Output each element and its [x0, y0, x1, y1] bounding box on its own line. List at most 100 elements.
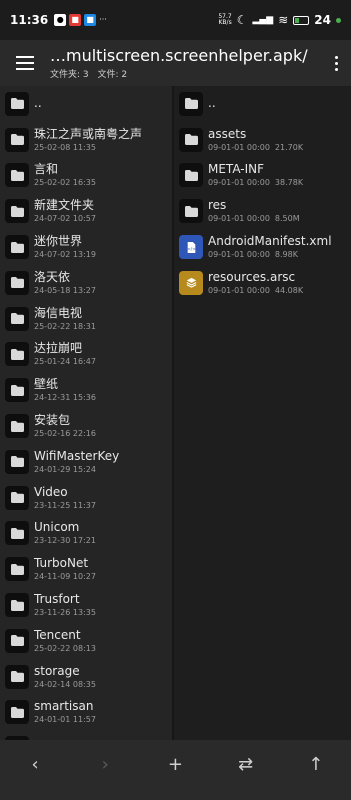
app-notification-icon: ■ [69, 14, 82, 26]
file-meta: 24-05-18 13:27 [34, 285, 96, 296]
path-title: …multiscreen.screenhelper.apk/ [50, 46, 308, 65]
file-row[interactable]: Trusfort 23-11-26 13:35 [0, 587, 172, 623]
file-name: META-INF [208, 162, 265, 177]
file-meta: 23-11-25 11:37 [34, 500, 96, 511]
file-row[interactable]: sgmusic [0, 730, 172, 740]
file-row[interactable]: TurboNet 24-11-09 10:27 [0, 551, 172, 587]
folder-icon [179, 91, 203, 116]
right-pane[interactable]: .. assets 09-01-01 00:00 21.70K META-INF 09-… [174, 86, 351, 740]
bottom-toolbar: ‹ › + ⇄ ↑ [0, 740, 351, 788]
file-name: 迷你世界 [34, 234, 83, 249]
signal-icon: ▂▄▆ [252, 15, 274, 25]
file-row[interactable]: 达拉崩吧 25-01-24 16:47 [0, 337, 172, 373]
file-meta: 24-11-09 10:27 [34, 571, 96, 582]
file-row[interactable]: WifiMasterKey 24-01-29 15:24 [0, 444, 172, 480]
folder-icon [179, 163, 203, 188]
forward-button[interactable]: › [85, 744, 125, 784]
file-name: Trusfort [34, 592, 80, 607]
overflow-menu-icon[interactable] [321, 40, 351, 86]
file-name: AndroidManifest.xml [208, 234, 332, 249]
file-size: 21.70K [274, 142, 304, 152]
folder-icon [5, 235, 29, 260]
file-row[interactable]: smartisan 24-01-01 11:57 [0, 695, 172, 731]
file-date: 25-02-02 16:35 [34, 178, 96, 188]
file-meta: 24-12-31 15:36 [34, 392, 96, 403]
file-row[interactable]: Tencent 25-02-22 08:13 [0, 623, 172, 659]
folder-icon [5, 593, 29, 618]
file-name: Video [34, 484, 68, 499]
wifi-icon: ≋ [278, 13, 289, 27]
file-name: resources.arsc [208, 269, 296, 284]
file-date: 09-01-01 00:00 [208, 285, 270, 295]
folder-icon [5, 557, 29, 582]
file-row[interactable]: resources.arsc 09-01-01 00:00 44.08K [174, 265, 351, 301]
file-row[interactable]: Unicom 23-12-30 17:21 [0, 516, 172, 552]
file-row[interactable]: res 09-01-01 00:00 8.50M [174, 193, 351, 229]
file-meta: 24-02-14 08:35 [34, 679, 96, 690]
file-name: Tencent [34, 627, 81, 642]
file-date: 25-02-08 11:35 [34, 142, 96, 152]
folder-icon [5, 270, 29, 295]
file-meta: 25-02-16 22:16 [34, 428, 96, 439]
file-date: 24-07-02 13:19 [34, 250, 96, 260]
file-meta: 25-02-02 16:35 [34, 177, 96, 188]
file-name: 新建文件夹 [34, 198, 95, 213]
file-date: 09-01-01 00:00 [208, 142, 270, 152]
file-meta: 09-01-01 00:00 21.70K [208, 142, 303, 153]
system-nav-bar [0, 788, 351, 800]
file-date: 24-01-29 15:24 [34, 464, 96, 474]
file-row[interactable]: </> AndroidManifest.xml 09-01-01 00:00 8.98… [174, 229, 351, 265]
privacy-dot-icon [336, 17, 341, 23]
layers-file-icon [179, 270, 203, 295]
file-row[interactable]: assets 09-01-01 00:00 21.70K [174, 122, 351, 158]
folder-icon [5, 449, 29, 474]
add-button[interactable]: + [155, 744, 195, 784]
file-meta: 25-01-24 16:47 [34, 356, 96, 367]
file-meta: 09-01-01 00:00 8.98K [208, 249, 332, 260]
file-row[interactable]: 言和 25-02-02 16:35 [0, 158, 172, 194]
file-count: 文件: 2 [97, 70, 128, 80]
folder-icon [5, 91, 29, 116]
file-row[interactable]: 洛天依 24-05-18 13:27 [0, 265, 172, 301]
file-meta: 23-11-26 13:35 [34, 607, 96, 618]
file-meta: 24-07-02 13:19 [34, 249, 96, 260]
file-row[interactable]: 珠江之声或南粤之声 25-02-08 11:35 [0, 122, 172, 158]
parent-folder-button[interactable]: ↑ [296, 744, 336, 784]
file-date: 24-02-14 08:35 [34, 679, 96, 689]
left-pane[interactable]: .. 珠江之声或南粤之声 25-02-08 11:35 言和 25-02-02 16:… [0, 86, 174, 740]
file-size: 38.78K [274, 178, 304, 188]
file-name: TurboNet [34, 556, 89, 571]
folder-icon [5, 306, 29, 331]
file-meta: 24-01-29 15:24 [34, 464, 119, 475]
file-date: 09-01-01 00:00 [208, 178, 270, 188]
status-time: 11:36 [10, 13, 49, 27]
file-row[interactable]: Video 23-11-25 11:37 [0, 480, 172, 516]
swap-panes-button[interactable]: ⇄ [226, 744, 266, 784]
folder-icon [5, 485, 29, 510]
file-row[interactable]: storage 24-02-14 08:35 [0, 659, 172, 695]
menu-icon[interactable] [0, 40, 50, 86]
file-row[interactable]: 壁纸 24-12-31 15:36 [0, 372, 172, 408]
file-row[interactable]: 安装包 25-02-16 22:16 [0, 408, 172, 444]
notification-icons: ● ■ ■ ··· [54, 14, 107, 26]
file-meta: 09-01-01 00:00 44.08K [208, 285, 303, 296]
file-row[interactable]: META-INF 09-01-01 00:00 38.78K [174, 158, 351, 194]
parent-dir-row[interactable]: .. [174, 86, 351, 122]
folder-icon [5, 199, 29, 224]
folder-icon [5, 700, 29, 725]
file-size: 8.98K [274, 250, 298, 260]
folder-count: 文件夹: 3 [50, 70, 89, 80]
file-row[interactable]: 迷你世界 24-07-02 13:19 [0, 229, 172, 265]
file-meta: 25-02-22 08:13 [34, 643, 96, 654]
file-meta: 09-01-01 00:00 38.78K [208, 177, 303, 188]
file-date: 09-01-01 00:00 [208, 250, 270, 260]
more-notifications-icon: ··· [99, 15, 107, 24]
back-button[interactable]: ‹ [15, 744, 55, 784]
folder-icon [5, 414, 29, 439]
folder-icon [179, 127, 203, 152]
file-row[interactable]: 新建文件夹 24-07-02 10:57 [0, 193, 172, 229]
parent-dir-row[interactable]: .. [0, 86, 172, 122]
xml-file-icon: </> [179, 235, 203, 260]
file-row[interactable]: 海信电视 25-02-22 18:31 [0, 301, 172, 337]
file-name: Unicom [34, 520, 80, 535]
